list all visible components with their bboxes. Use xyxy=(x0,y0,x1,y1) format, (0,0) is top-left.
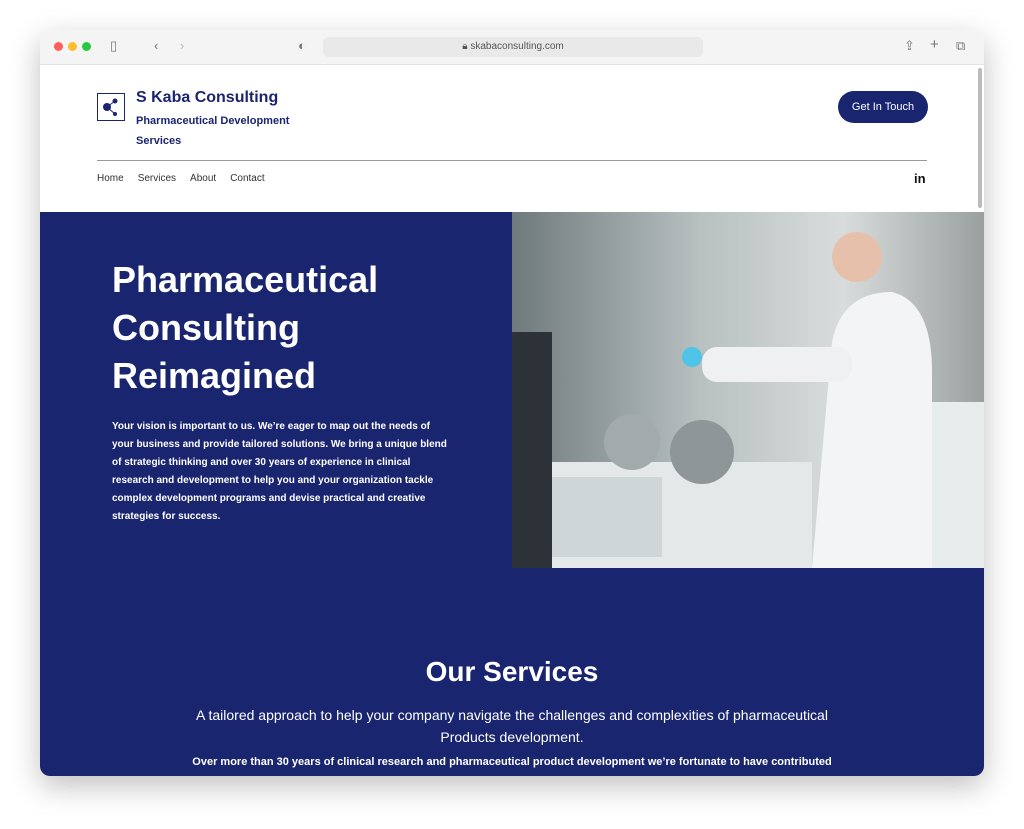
browser-toolbar: ▯ ‹ › ◐ 🔒︎ skabaconsulting.com ⇪ + ⧉ xyxy=(40,30,984,65)
main-nav: Home Services About Contact xyxy=(97,173,265,184)
address-bar[interactable]: 🔒︎ skabaconsulting.com xyxy=(323,37,703,57)
forward-icon[interactable]: › xyxy=(180,38,184,53)
brand-tagline: Pharmaceutical Development Services xyxy=(136,115,290,147)
back-icon[interactable]: ‹ xyxy=(154,38,158,53)
tabs-icon[interactable]: ⧉ xyxy=(956,38,965,54)
divider xyxy=(97,160,927,161)
hero-title: Pharmaceutical Consulting Reimagined xyxy=(112,259,379,396)
linkedin-icon[interactable]: in xyxy=(914,171,926,186)
logo-icon xyxy=(97,93,125,121)
services-text: Over more than 30 years of clinical rese… xyxy=(192,756,832,768)
scrollbar[interactable] xyxy=(978,68,982,208)
url-text: skabaconsulting.com xyxy=(470,41,564,52)
share-icon[interactable]: ⇪ xyxy=(904,38,915,54)
new-tab-icon[interactable]: + xyxy=(930,36,939,53)
brand-name[interactable]: S Kaba Consulting xyxy=(136,89,278,107)
hero-text: Your vision is important to us. We’re ea… xyxy=(112,421,447,522)
hero-section: Pharmaceutical Consulting Reimagined You… xyxy=(40,212,984,776)
services-title: Our Services xyxy=(425,656,599,687)
sidebar-icon[interactable]: ▯ xyxy=(110,38,117,54)
close-window-button[interactable] xyxy=(54,42,63,51)
minimize-window-button[interactable] xyxy=(68,42,77,51)
nav-contact[interactable]: Contact xyxy=(230,173,264,184)
site-header: S Kaba Consulting Pharmaceutical Develop… xyxy=(40,65,984,212)
services-subtitle: A tailored approach to help your company… xyxy=(196,707,828,745)
nav-services[interactable]: Services xyxy=(138,173,176,184)
browser-window: ▯ ‹ › ◐ 🔒︎ skabaconsulting.com ⇪ + ⧉ S K… xyxy=(40,30,984,776)
nav-home[interactable]: Home xyxy=(97,173,124,184)
nav-about[interactable]: About xyxy=(190,173,216,184)
get-in-touch-button[interactable]: Get In Touch xyxy=(838,91,928,123)
maximize-window-button[interactable] xyxy=(82,42,91,51)
shield-icon[interactable]: ◐ xyxy=(298,38,306,53)
lab-scientist-image xyxy=(512,212,984,568)
